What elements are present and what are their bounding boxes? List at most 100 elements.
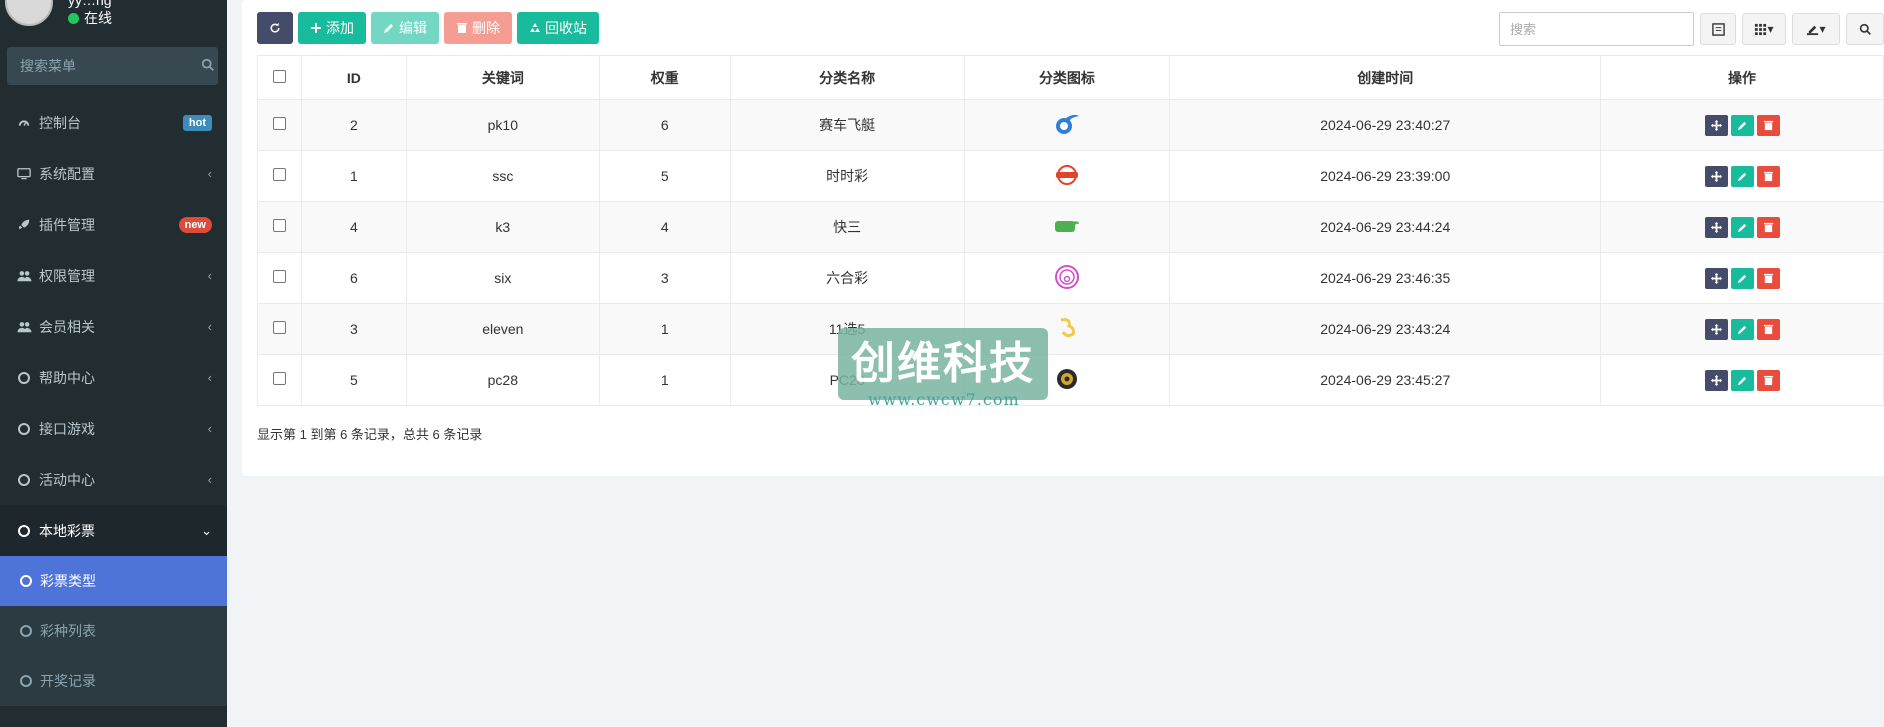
cell-created: 2024-06-29 23:40:27: [1169, 99, 1602, 151]
drag-button[interactable]: [1704, 216, 1728, 238]
sidebar-item-activities[interactable]: 活动中心 ‹: [0, 454, 227, 505]
sidebar-search-input[interactable]: [20, 58, 201, 74]
pagination-info: 显示第 1 到第 6 条记录，总共 6 条记录: [257, 427, 483, 442]
delete-row-button[interactable]: [1756, 114, 1780, 136]
sidebar-subitem-lottery-types[interactable]: 彩票类型: [0, 556, 227, 606]
header-keyword[interactable]: 关键词: [405, 55, 600, 100]
eleven-logo-icon[interactable]: [1055, 316, 1079, 340]
search-icon: [1859, 23, 1871, 35]
drag-button[interactable]: [1704, 369, 1728, 391]
cell-id: 2: [300, 99, 407, 151]
sidebar-item-api-games[interactable]: 接口游戏 ‹: [0, 403, 227, 454]
delete-row-button[interactable]: [1756, 369, 1780, 391]
cell-keyword: eleven: [405, 303, 600, 355]
edit-row-button[interactable]: [1730, 114, 1754, 136]
recycle-bin-button[interactable]: 回收站: [517, 12, 599, 44]
header-created[interactable]: 创建时间: [1169, 55, 1602, 100]
advanced-search-button[interactable]: [1846, 13, 1884, 45]
table-search-input[interactable]: [1499, 12, 1694, 46]
trash-icon: [1763, 120, 1773, 130]
sidebar-subitem-lottery-list[interactable]: 彩种列表: [0, 606, 227, 656]
columns-button[interactable]: ▾: [1742, 13, 1786, 45]
move-icon: [1710, 374, 1722, 386]
toggle-view-button[interactable]: [1700, 13, 1736, 45]
sidebar-subitem-draw-records[interactable]: 开奖记录: [0, 656, 227, 706]
k3-logo-icon[interactable]: [1053, 216, 1081, 236]
cell-keyword: k3: [405, 201, 600, 253]
six-logo-icon[interactable]: [1054, 264, 1080, 290]
circle-icon: [15, 370, 33, 386]
sidebar-item-plugins[interactable]: 插件管理 new: [0, 199, 227, 250]
table-row: 6 six 3 六合彩 2024-06-29 23:46:35: [257, 252, 1884, 304]
row-checkbox[interactable]: [272, 270, 286, 283]
row-checkbox[interactable]: [272, 372, 286, 385]
drag-button[interactable]: [1704, 114, 1728, 136]
row-actions: [1704, 318, 1780, 340]
cell-ops: [1600, 201, 1884, 253]
drag-button[interactable]: [1704, 165, 1728, 187]
delete-row-button[interactable]: [1756, 267, 1780, 289]
sidebar-item-help[interactable]: 帮助中心 ‹: [0, 352, 227, 403]
cell-keyword: six: [405, 252, 600, 304]
delete-button[interactable]: 删除: [444, 12, 512, 44]
pk10-logo-icon[interactable]: [1054, 113, 1080, 135]
header-icon[interactable]: 分类图标: [963, 55, 1171, 100]
drag-button[interactable]: [1704, 318, 1728, 340]
sidebar-item-dashboard[interactable]: 控制台 hot: [0, 97, 227, 148]
sidebar-item-local-lottery[interactable]: 本地彩票 ⌄: [0, 505, 227, 556]
user-status-label: 在线: [84, 10, 112, 26]
cell-id: 4: [300, 201, 407, 253]
trash-icon: [1763, 273, 1773, 283]
add-button-label: 添加: [326, 20, 354, 36]
edit-row-button[interactable]: [1730, 216, 1754, 238]
select-all-checkbox[interactable]: [272, 69, 286, 83]
sidebar-item-label: 插件管理: [39, 216, 95, 233]
row-select-cell: [257, 99, 302, 151]
export-button[interactable]: ▾: [1792, 13, 1840, 45]
cell-name: 六合彩: [729, 252, 965, 304]
select-all-cell: [257, 55, 302, 100]
pc28-logo-icon[interactable]: [1055, 367, 1079, 391]
user-name: yy…ng: [68, 0, 112, 8]
row-checkbox[interactable]: [272, 168, 286, 181]
sidebar-item-system-config[interactable]: 系统配置 ‹: [0, 148, 227, 199]
edit-row-button[interactable]: [1730, 318, 1754, 340]
delete-row-button[interactable]: [1756, 165, 1780, 187]
drag-button[interactable]: [1704, 267, 1728, 289]
recycle-bin-button-label: 回收站: [545, 20, 587, 36]
row-checkbox[interactable]: [272, 117, 286, 130]
header-name[interactable]: 分类名称: [729, 55, 965, 100]
delete-row-button[interactable]: [1756, 216, 1780, 238]
cell-ops: [1600, 303, 1884, 355]
delete-row-button[interactable]: [1756, 318, 1780, 340]
edit-row-button[interactable]: [1730, 267, 1754, 289]
sidebar-item-permissions[interactable]: 权限管理 ‹: [0, 250, 227, 301]
pencil-icon: [1737, 121, 1746, 130]
move-icon: [1710, 119, 1722, 131]
search-icon[interactable]: [201, 58, 215, 75]
header-id[interactable]: ID: [300, 55, 407, 100]
edit-button-label: 编辑: [399, 20, 427, 36]
avatar[interactable]: [5, 0, 53, 26]
row-checkbox[interactable]: [272, 219, 286, 232]
sidebar-item-label: 活动中心: [39, 471, 95, 488]
sidebar-item-members[interactable]: 会员相关 ‹: [0, 301, 227, 352]
row-checkbox[interactable]: [272, 321, 286, 334]
move-icon: [1710, 323, 1722, 335]
header-weight[interactable]: 权重: [598, 55, 731, 100]
pencil-icon: [1737, 274, 1746, 283]
cell-icon: [963, 252, 1171, 304]
cell-weight: 6: [598, 99, 731, 151]
sidebar-search: [7, 47, 218, 85]
edit-button[interactable]: 编辑: [371, 12, 439, 44]
edit-row-button[interactable]: [1730, 165, 1754, 187]
chevron-down-icon: ⌄: [201, 522, 212, 538]
circle-icon: [20, 625, 32, 637]
row-select-cell: [257, 354, 302, 406]
ssc-logo-icon[interactable]: [1053, 164, 1081, 186]
table-row: 1 ssc 5 时时彩 2024-06-29 23:39:00: [257, 150, 1884, 202]
edit-row-button[interactable]: [1730, 369, 1754, 391]
add-button[interactable]: 添加: [298, 12, 366, 44]
circle-icon: [20, 675, 32, 687]
refresh-button[interactable]: [257, 12, 293, 44]
